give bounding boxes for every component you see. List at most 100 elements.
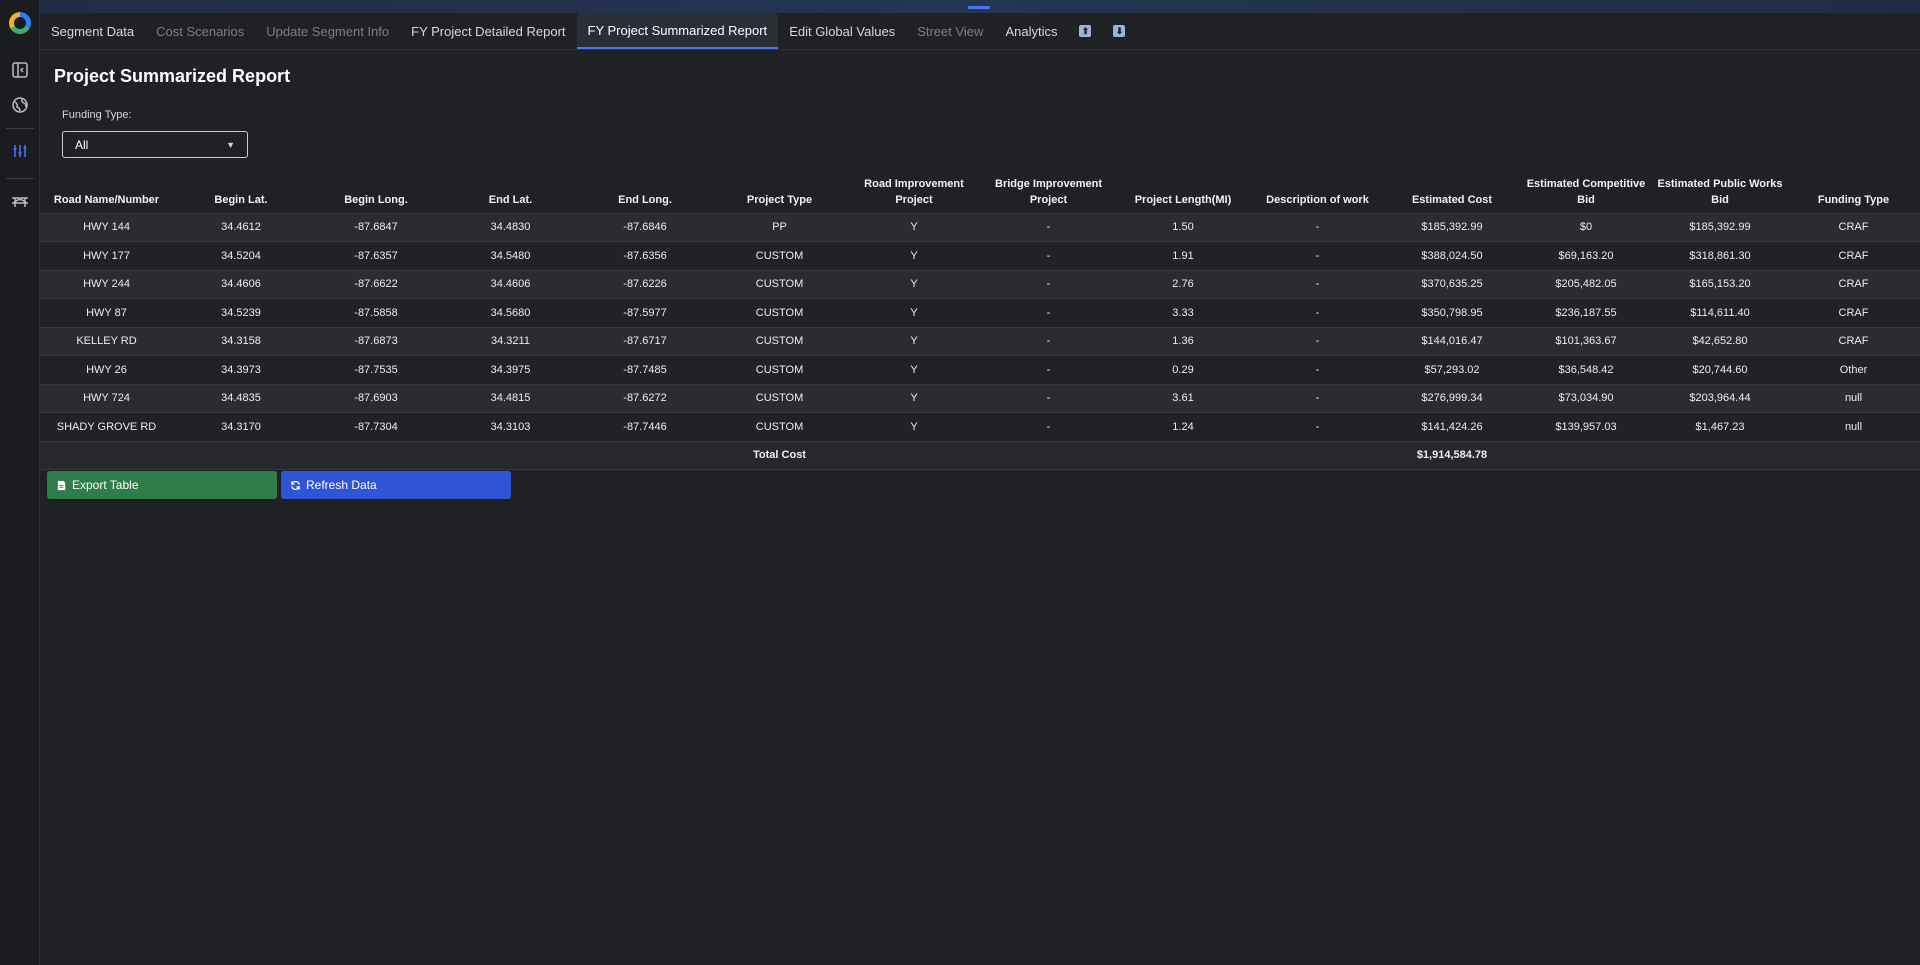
table-row[interactable]: KELLEY RD 34.3158 -87.6873 34.3211 -87.6717 C…: [40, 326, 1920, 356]
table-cell: $114,611.40: [1653, 298, 1787, 327]
table-row[interactable]: HWY 144 34.4612 -87.6847 34.4830 -87.6846 PP Y…: [40, 212, 1920, 242]
table-cell: HWY 26: [40, 355, 173, 384]
table-cell: -87.6356: [578, 241, 712, 270]
page-title: Project Summarized Report: [54, 66, 291, 86]
table-cell: -87.6622: [309, 269, 443, 299]
total-spacer: [847, 440, 1385, 470]
table-row[interactable]: HWY 177 34.5204 -87.6357 34.5480 -87.6356 CUS…: [40, 241, 1920, 270]
table-cell: HWY 87: [40, 298, 173, 327]
table-row[interactable]: HWY 244 34.4606 -87.6622 34.4606 -87.6226 CUS…: [40, 269, 1920, 299]
table-cell: -: [1250, 355, 1385, 384]
file-icon: [57, 480, 66, 490]
table-cell: -: [981, 355, 1116, 384]
table-cell: 34.4606: [173, 269, 309, 299]
refresh-data-button[interactable]: Refresh Data: [281, 471, 511, 499]
column-header: Road Name/Number: [53, 193, 160, 206]
table-cell: CRAF: [1787, 241, 1920, 270]
table-cell: 1.91: [1116, 241, 1250, 270]
table-cell: -: [981, 212, 1116, 242]
table-cell: $139,957.03: [1519, 412, 1653, 441]
sidebar-divider: [6, 178, 34, 179]
globe-icon[interactable]: [10, 95, 30, 115]
table-row[interactable]: SHADY GROVE RD 34.3170 -87.7304 34.3103 -87.…: [40, 412, 1920, 441]
export-table-button[interactable]: Export Table: [47, 471, 277, 499]
total-spacer: [40, 440, 712, 470]
table-cell: $1,467.23: [1653, 412, 1787, 441]
table-cell: CRAF: [1787, 298, 1920, 327]
download-icon[interactable]: ⬇: [1102, 13, 1136, 49]
table-cell: Y: [847, 412, 981, 441]
table-cell: -87.6903: [309, 383, 443, 413]
table-cell: -: [981, 269, 1116, 299]
tab-cost-scenarios[interactable]: Cost Scenarios: [145, 13, 255, 49]
refresh-icon: [291, 480, 300, 490]
table-cell: Y: [847, 383, 981, 413]
table-cell: PP: [712, 212, 847, 242]
column-header: Road Improvement Project: [864, 177, 964, 206]
tab-fy-project-detailed-report[interactable]: FY Project Detailed Report: [400, 13, 576, 49]
table-cell: 2.76: [1116, 269, 1250, 299]
table-cell: Y: [847, 326, 981, 356]
table-cell: 34.3975: [443, 355, 578, 384]
column-header: Project Length(MI): [1134, 193, 1232, 206]
table-cell: -: [981, 412, 1116, 441]
table-cell: CRAF: [1787, 326, 1920, 356]
table-cell: -: [981, 298, 1116, 327]
table-cell: $276,999.34: [1385, 383, 1519, 413]
table-row[interactable]: HWY 724 34.4835 -87.6903 34.4815 -87.6272 CUS…: [40, 383, 1920, 413]
tab-segment-data[interactable]: Segment Data: [40, 13, 145, 49]
upload-icon[interactable]: ⬆: [1068, 13, 1102, 49]
table-cell: -87.7485: [578, 355, 712, 384]
table-cell: -87.6226: [578, 269, 712, 299]
table-cell: -: [1250, 298, 1385, 327]
table-cell: $236,187.55: [1519, 298, 1653, 327]
table-cell: Y: [847, 355, 981, 384]
app-logo-icon[interactable]: [9, 12, 31, 34]
funding-type-select[interactable]: All ▼: [62, 131, 248, 158]
table-cell: Other: [1787, 355, 1920, 384]
chevron-down-icon: ▼: [226, 139, 235, 150]
table-cell: -: [1250, 212, 1385, 242]
table-cell: 34.5239: [173, 298, 309, 327]
column-header: Description of work: [1266, 193, 1369, 206]
table-cell: null: [1787, 383, 1920, 413]
summary-table: Road Name/Number Begin Lat. Begin Long. End…: [40, 161, 1920, 470]
table-cell: -87.6717: [578, 326, 712, 356]
table-cell: HWY 144: [40, 212, 173, 242]
drag-handle[interactable]: [968, 6, 990, 9]
column-header: Estimated Competitive Bid: [1526, 177, 1646, 206]
tab-bar: Segment Data Cost Scenarios Update Segme…: [40, 13, 1920, 50]
table-cell: -: [981, 241, 1116, 270]
table-cell: $69,163.20: [1519, 241, 1653, 270]
table-cell: 34.4815: [443, 383, 578, 413]
tab-edit-global-values[interactable]: Edit Global Values: [778, 13, 906, 49]
bridge-icon[interactable]: [10, 191, 30, 211]
table-cell: -: [1250, 241, 1385, 270]
column-header: Estimated Cost: [1411, 193, 1493, 206]
column-header: Begin Lat.: [214, 193, 268, 206]
table-cell: HWY 244: [40, 269, 173, 299]
table-cell: 1.36: [1116, 326, 1250, 356]
table-cell: -87.7535: [309, 355, 443, 384]
table-cell: $185,392.99: [1385, 212, 1519, 242]
table-row[interactable]: HWY 26 34.3973 -87.7535 34.3975 -87.7485 CUST…: [40, 355, 1920, 384]
table-cell: 34.4830: [443, 212, 578, 242]
report-icon[interactable]: [10, 141, 30, 161]
table-cell: 34.3973: [173, 355, 309, 384]
export-table-label: Export Table: [72, 478, 139, 492]
table-cell: $101,363.67: [1519, 326, 1653, 356]
table-cell: Y: [847, 269, 981, 299]
table-cell: -: [981, 383, 1116, 413]
table-cell: CRAF: [1787, 212, 1920, 242]
table-cell: -87.7446: [578, 412, 712, 441]
tab-analytics[interactable]: Analytics: [994, 13, 1068, 49]
refresh-data-label: Refresh Data: [306, 478, 377, 492]
table-row[interactable]: HWY 87 34.5239 -87.5858 34.5680 -87.5977 CUST…: [40, 298, 1920, 327]
table-cell: 34.3170: [173, 412, 309, 441]
table-cell: CUSTOM: [712, 241, 847, 270]
table-cell: Y: [847, 241, 981, 270]
tab-update-segment-info[interactable]: Update Segment Info: [255, 13, 400, 49]
tab-street-view[interactable]: Street View: [906, 13, 994, 49]
sidebar-toggle-icon[interactable]: [10, 60, 30, 80]
tab-fy-project-summarized-report[interactable]: FY Project Summarized Report: [576, 13, 779, 49]
